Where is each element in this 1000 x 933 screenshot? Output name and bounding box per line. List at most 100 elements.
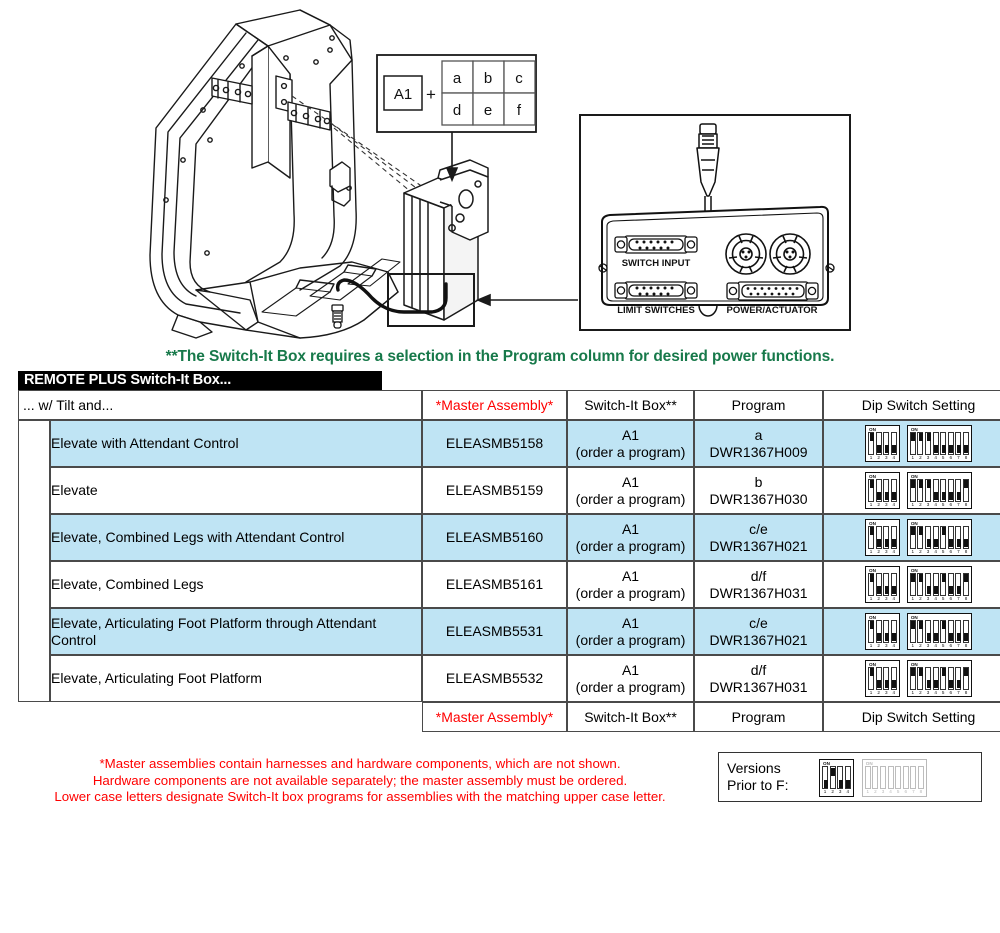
dip-switch-number: 4 [934,642,937,648]
dip-switch-knob [934,445,939,454]
dip-switch-number: 6 [949,595,953,601]
dip-switch-3 [879,766,886,790]
versions-label: Versions Prior to F: [719,760,819,794]
dip-switch-block-8: ON 1 2 3 4 5 6 7 8 [861,759,927,797]
parts-table: ... w/ Tilt and... *Master Assembly* Swi… [18,390,1000,732]
parts-table-block: REMOTE PLUS Switch-It Box... ... w/ Tilt… [18,371,1000,732]
cell-program: c/e DWR1367H021 [694,514,824,561]
dip-switch-number: 2 [919,454,922,460]
cell-switch-it-box: A1 (order a program) [567,420,695,467]
dip-switch-knob [949,539,954,548]
dip-switch-knob [911,433,916,442]
dip-switch-knob [941,621,946,630]
table-row[interactable]: Elevate ELEASMB5159 A1 (order a program) b DW… [18,467,1000,514]
dip-switch-1 [868,619,875,643]
dip-switch-knob [884,539,889,548]
dip-switch-block-4: ON 1 2 3 4 [865,518,900,557]
switch-it-box-note: (order a program) [575,537,686,554]
dip-switch-number: 7 [957,689,960,695]
table-row[interactable]: Elevate, Articulating Foot Platform ELEAS… [18,655,1000,702]
dip-switch-number: 5 [941,454,945,460]
dip-switch-knob [877,445,882,454]
dip-switch-3 [925,572,932,596]
dip-switch-numbers: 12345678 [910,549,969,555]
dip-switch-number: 2 [919,642,922,648]
dip-switch-3 [883,431,890,455]
dip-switch-number: 3 [926,454,930,460]
dip-switch-block-8: ON 1 2 3 4 5 6 7 8 [906,424,972,463]
program-code: DWR1367H031 [709,584,808,601]
col-header-master: *Master Assembly* [422,390,568,420]
dip-switch-number: 2 [831,789,834,795]
table-row[interactable]: Elevate, Combined Legs ELEASMB5161 A1 (orde… [18,561,1000,608]
cell-program: c/e DWR1367H021 [694,608,824,655]
table-row[interactable]: Elevate, Articulating Foot Platform thro… [18,608,1000,655]
dip-switch-number: 3 [884,454,888,460]
switch-it-box-note: (order a program) [575,584,686,601]
dip-switch-2 [875,478,882,502]
footnote-line: Hardware components are not available se… [92,772,628,788]
dip-switch-8 [962,572,969,596]
dip-switch-1 [864,766,871,790]
dip-switch-7 [955,525,962,549]
dip-switch-number: 8 [964,501,968,507]
dip-switch-block-4: ON 1 2 3 4 [865,424,900,463]
table-row[interactable]: Elevate, Combined Legs with Attendant Co… [18,514,1000,561]
switch-it-box-code: A1 [621,426,640,443]
dip-switch-knob [956,680,961,689]
dip-switch-row [909,525,969,549]
dip-switch-7 [955,572,962,596]
dip-switch-5 [940,666,947,690]
dip-switch-number: 1 [869,501,873,507]
dip-switch-2 [875,431,882,455]
dip-switch-number: 4 [934,454,937,460]
dip-switch-number: 8 [919,789,923,795]
cell-dip-switch-setting: ON 1 2 3 4 ON 1 2 3 4 5 6 7 8 [823,655,1000,702]
cell-description: Elevate, Combined Legs [50,561,423,608]
dip-switch-3 [883,572,890,596]
dip-switch-knob [949,633,954,642]
dip-switch-knob [911,668,916,677]
dip-switch-2 [917,619,924,643]
dip-switch-number: 7 [912,789,915,795]
dip-switch-knob [892,539,897,548]
dip-switch-knob [926,586,931,595]
program-letter: b [754,473,763,490]
dip-switch-knob [823,779,828,788]
dip-switch-row [868,666,897,690]
dip-switch-number: 3 [926,501,930,507]
dip-switch-number: 7 [957,501,960,507]
dip-switch-knob [846,779,851,788]
dip-switch-3 [925,525,932,549]
dip-switch-6 [947,431,954,455]
dip-switch-8 [962,478,969,502]
dip-switch-knob [918,433,923,442]
dip-switch-block-4: ON 1 2 3 4 [865,565,900,604]
dip-switch-2 [872,766,879,790]
dip-switch-7 [955,619,962,643]
dip-switch-4 [844,766,851,790]
table-row[interactable]: Elevate with Attendant Control ELEASMB515… [18,420,1000,702]
dip-switch-row [822,766,851,790]
dip-switch-3 [925,666,932,690]
dip-switch-knob [918,527,923,536]
dip-switch-knob [941,668,946,677]
dip-switch-knob [869,527,874,536]
dip-switch-number: 4 [889,789,892,795]
dip-switch-number: 1 [911,501,915,507]
dip-switch-number: 7 [957,548,960,554]
dip-switch-number: 3 [884,642,888,648]
dip-switch-knob [964,480,969,489]
dip-switch-numbers: 12345678 [910,690,969,696]
dip-switch-numbers: 1234 [868,643,897,649]
dip-switch-knob [884,445,889,454]
dip-switch-numbers: 1234 [868,502,897,508]
switch-it-box-note: (order a program) [575,443,686,460]
switch-it-box-note: (order a program) [575,678,686,695]
dip-switch-number: 3 [926,689,930,695]
dip-switch-number: 2 [919,595,922,601]
dip-switch-2 [917,431,924,455]
dip-switch-3 [883,619,890,643]
dip-switch-number: 2 [919,689,922,695]
dip-switch-number: 1 [869,454,873,460]
